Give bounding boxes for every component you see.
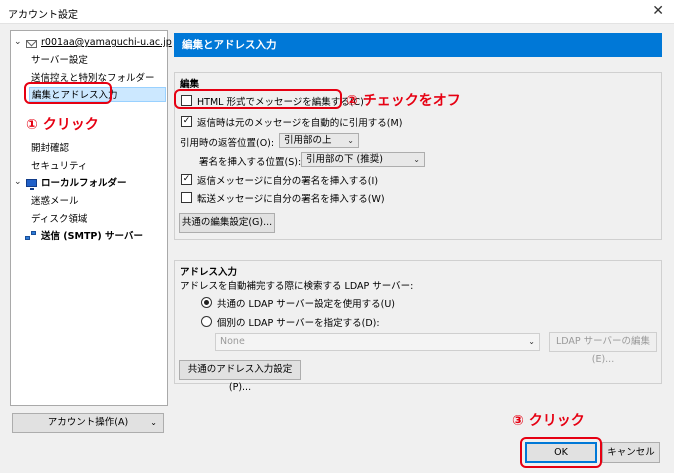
use-specific-ldap-label[interactable]: 個別の LDAP サーバーを指定する(D): xyxy=(217,315,380,329)
title-bar: アカウント設定 ✕ xyxy=(0,0,674,24)
chevron-down-icon: ⌄ xyxy=(347,136,354,145)
cancel-button[interactable]: キャンセル xyxy=(602,442,660,463)
close-icon[interactable]: ✕ xyxy=(652,3,664,19)
signature-position-label: 署名を挿入する位置(S): xyxy=(199,157,302,168)
compose-group-title: 編集 xyxy=(180,79,200,90)
reply-position-value: 引用部の上 xyxy=(284,135,332,146)
annotation-step2: ② チェックをオフ xyxy=(346,93,461,109)
annotation-step3: ③ クリック xyxy=(512,413,585,429)
sig-forward-label[interactable]: 転送メッセージに自分の署名を挿入する(W) xyxy=(197,191,385,205)
highlight-step2 xyxy=(174,89,342,109)
tree-item-disk-space[interactable]: ディスク領域 xyxy=(31,212,87,227)
signature-position-value: 引用部の下 (推奨) xyxy=(306,154,383,165)
use-global-ldap-label[interactable]: 共通の LDAP サーバー設定を使用する(U) xyxy=(217,296,395,310)
tree-item-junk[interactable]: 迷惑メール xyxy=(31,194,79,209)
global-compose-button[interactable]: 共通の編集設定(G)... xyxy=(179,213,275,233)
tree-item-account[interactable]: r001aa@yamaguchi-u.ac.jp xyxy=(41,35,172,50)
account-actions-button[interactable]: アカウント操作(A) ⌄ xyxy=(12,413,164,433)
ldap-server-value: None xyxy=(220,336,245,347)
chevron-down-icon: ⌄ xyxy=(150,418,157,427)
chevron-down-icon: ⌄ xyxy=(528,337,535,346)
account-actions-label: アカウント操作(A) xyxy=(47,417,129,428)
tree-item-server-settings[interactable]: サーバー設定 xyxy=(31,53,88,68)
tree-item-smtp[interactable]: 送信 (SMTP) サーバー xyxy=(41,229,143,244)
sig-reply-label[interactable]: 返信メッセージに自分の署名を挿入する(I) xyxy=(197,173,378,187)
addressing-group-title: アドレス入力 xyxy=(180,267,238,278)
highlight-step3 xyxy=(520,437,602,468)
global-addressing-button[interactable]: 共通のアドレス入力設定(P)... xyxy=(179,360,301,393)
tree-item-receipts[interactable]: 開封確認 xyxy=(31,141,69,156)
highlight-step1 xyxy=(24,82,112,104)
chevron-down-icon[interactable]: ⌄ xyxy=(14,37,22,47)
smtp-server-icon xyxy=(25,231,37,241)
use-global-ldap-radio[interactable] xyxy=(201,297,212,308)
ldap-server-select[interactable]: None ⌄ xyxy=(215,333,540,351)
panel-header: 編集とアドレス入力 xyxy=(174,33,662,57)
reply-position-label: 引用時の返答位置(O): xyxy=(180,138,275,149)
annotation-step1: ① クリック xyxy=(26,117,99,133)
sig-forward-checkbox[interactable] xyxy=(181,192,192,203)
use-specific-ldap-radio[interactable] xyxy=(201,316,212,327)
reply-position-select[interactable]: 引用部の上 ⌄ xyxy=(279,133,359,148)
addressing-group: アドレス入力 アドレスを自動補完する際に検索する LDAP サーバー: 共通の … xyxy=(174,260,662,393)
auto-quote-checkbox[interactable]: ✓ xyxy=(181,116,192,127)
edit-ldap-button[interactable]: LDAP サーバーの編集(E)... xyxy=(549,332,657,365)
local-folders-icon xyxy=(26,179,37,190)
signature-position-select[interactable]: 引用部の下 (推奨) ⌄ xyxy=(301,152,425,167)
sig-reply-checkbox[interactable]: ✓ xyxy=(181,174,192,185)
ldap-description: アドレスを自動補完する際に検索する LDAP サーバー: xyxy=(180,281,414,292)
auto-quote-label[interactable]: 返信時は元のメッセージを自動的に引用する(M) xyxy=(197,115,402,129)
chevron-down-icon: ⌄ xyxy=(413,155,420,164)
window-title: アカウント設定 xyxy=(8,10,78,21)
tree-item-local-folders[interactable]: ローカルフォルダー xyxy=(41,176,127,191)
mail-account-icon xyxy=(26,40,37,48)
chevron-down-icon[interactable]: ⌄ xyxy=(14,177,22,187)
tree-item-security[interactable]: セキュリティ xyxy=(31,159,87,174)
